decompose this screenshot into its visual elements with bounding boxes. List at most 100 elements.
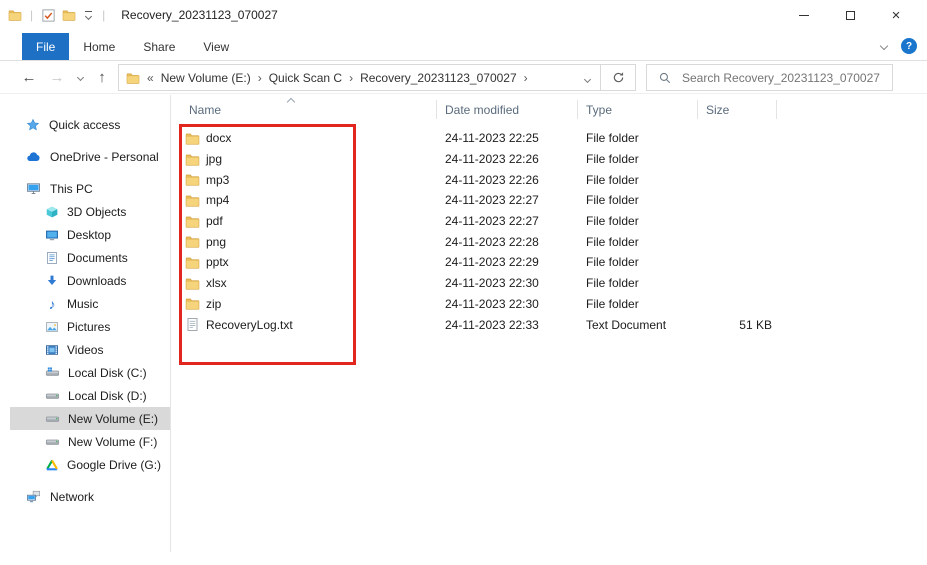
file-row-zip[interactable]: zip 24-11-2023 22:30 File folder xyxy=(171,294,927,315)
cloud-icon xyxy=(26,150,41,164)
navigation-pane: Quick access OneDrive - Personal This PC… xyxy=(0,95,171,552)
sidebar-item-onedrive[interactable]: OneDrive - Personal xyxy=(0,145,170,168)
music-note-icon: ♪ xyxy=(48,295,56,312)
breadcrumb-item-drive[interactable]: New Volume (E:) xyxy=(161,71,251,85)
breadcrumb-separator-icon: › xyxy=(349,70,354,85)
breadcrumb-item-quick-scan[interactable]: Quick Scan C xyxy=(269,71,342,85)
refresh-button[interactable] xyxy=(601,70,635,85)
expand-ribbon-chevron-icon[interactable] xyxy=(879,41,889,51)
file-name: xlsx xyxy=(206,276,227,291)
maximize-button[interactable] xyxy=(827,0,873,30)
minimize-button[interactable] xyxy=(781,0,827,30)
app-folder-icon xyxy=(8,8,22,22)
forward-button[interactable]: → xyxy=(47,61,67,94)
breadcrumb-separator-icon: › xyxy=(257,70,262,85)
recent-locations-chevron-icon[interactable] xyxy=(72,61,88,94)
ribbon-tabs: File Home Share View xyxy=(22,33,243,60)
maximize-icon xyxy=(845,10,855,20)
breadcrumb-item-recovery[interactable]: Recovery_20231123_070027 xyxy=(360,71,517,85)
qat-separator: | xyxy=(30,8,34,22)
column-header-type[interactable]: Type xyxy=(578,95,698,124)
breadcrumb-overflow-chevron[interactable]: « xyxy=(145,71,156,85)
sidebar-item-label: Local Disk (D:) xyxy=(68,388,147,403)
sidebar-item-music[interactable]: ♪ Music xyxy=(0,292,170,315)
search-box[interactable] xyxy=(646,64,893,91)
tab-view[interactable]: View xyxy=(189,33,243,60)
file-name: pptx xyxy=(206,255,229,270)
column-header-date-modified[interactable]: Date modified xyxy=(437,95,578,124)
file-row-mp4[interactable]: mp4 24-11-2023 22:27 File folder xyxy=(171,190,927,211)
tab-share[interactable]: Share xyxy=(129,33,189,60)
search-icon xyxy=(658,71,672,85)
sidebar-item-pictures[interactable]: Pictures xyxy=(0,315,170,338)
file-explorer-window: | | Recovery_20231123_070027 × File Home… xyxy=(0,0,927,565)
column-header-size[interactable]: Size xyxy=(698,95,777,124)
search-input[interactable] xyxy=(682,70,892,85)
sidebar-item-google-drive[interactable]: Google Drive (G:) xyxy=(0,453,170,476)
back-button[interactable]: ← xyxy=(19,61,39,94)
folder-icon xyxy=(185,255,200,270)
file-row-xlsx[interactable]: xlsx 24-11-2023 22:30 File folder xyxy=(171,273,927,294)
file-row-pdf[interactable]: pdf 24-11-2023 22:27 File folder xyxy=(171,211,927,232)
sidebar-item-local-disk-c[interactable]: Local Disk (C:) xyxy=(0,361,170,384)
navigation-toolbar: ← → ↑ « New Volume (E:) › Quick Scan C ›… xyxy=(0,61,927,94)
sidebar-item-documents[interactable]: Documents xyxy=(0,246,170,269)
file-date: 24-11-2023 22:25 xyxy=(445,131,539,146)
file-name: pdf xyxy=(206,214,223,229)
customize-qat-dropdown-icon[interactable] xyxy=(82,11,94,21)
file-date: 24-11-2023 22:30 xyxy=(445,296,539,311)
folder-icon xyxy=(185,152,200,167)
sidebar-item-videos[interactable]: Videos xyxy=(0,338,170,361)
help-icon[interactable]: ? xyxy=(901,38,917,54)
file-date: 24-11-2023 22:27 xyxy=(445,214,539,229)
sidebar-item-3d-objects[interactable]: 3D Objects xyxy=(0,200,170,223)
file-row-recoverylog[interactable]: RecoveryLog.txt 24-11-2023 22:33 Text Do… xyxy=(171,314,927,335)
file-date: 24-11-2023 22:26 xyxy=(445,172,539,187)
close-button[interactable]: × xyxy=(873,0,919,30)
file-date: 24-11-2023 22:33 xyxy=(445,317,539,332)
sidebar-item-network[interactable]: Network xyxy=(0,485,170,508)
file-row-pptx[interactable]: pptx 24-11-2023 22:29 File folder xyxy=(171,252,927,273)
file-row-mp3[interactable]: mp3 24-11-2023 22:26 File folder xyxy=(171,169,927,190)
sidebar-item-label: Downloads xyxy=(67,273,127,288)
sidebar-item-desktop[interactable]: Desktop xyxy=(0,223,170,246)
sidebar-item-quick-access[interactable]: Quick access xyxy=(0,113,170,136)
folder-icon xyxy=(185,234,200,249)
sidebar-item-downloads[interactable]: Downloads xyxy=(0,269,170,292)
sidebar-item-new-volume-e[interactable]: New Volume (E:) xyxy=(0,407,170,430)
tab-home[interactable]: Home xyxy=(69,33,129,60)
refresh-icon xyxy=(611,70,626,85)
file-type: File folder xyxy=(586,276,639,291)
sidebar-item-new-volume-f[interactable]: New Volume (F:) xyxy=(0,430,170,453)
column-header-name[interactable]: Name xyxy=(185,95,437,124)
sidebar-item-label: OneDrive - Personal xyxy=(50,149,159,164)
sidebar-item-this-pc[interactable]: This PC xyxy=(0,177,170,200)
address-dropdown-chevron-icon[interactable] xyxy=(575,71,600,85)
ribbon-tab-row: File Home Share View ? xyxy=(0,30,927,61)
close-icon: × xyxy=(891,6,901,24)
tab-file[interactable]: File xyxy=(22,33,70,60)
file-type: File folder xyxy=(586,172,639,187)
properties-check-icon[interactable] xyxy=(41,8,56,23)
sidebar-item-label: Local Disk (C:) xyxy=(68,365,147,380)
picture-icon xyxy=(45,320,59,334)
folder-icon xyxy=(185,193,200,208)
file-row-png[interactable]: png 24-11-2023 22:28 File folder xyxy=(171,231,927,252)
sidebar-item-label: This PC xyxy=(50,181,93,196)
sidebar-item-local-disk-d[interactable]: Local Disk (D:) xyxy=(0,384,170,407)
file-name: mp4 xyxy=(206,193,230,208)
file-date: 24-11-2023 22:26 xyxy=(445,152,539,167)
quick-access-toolbar: | | Recovery_20231123_070027 xyxy=(0,8,278,23)
title-separator: | xyxy=(102,8,106,22)
film-icon xyxy=(45,343,59,357)
file-list: Name Date modified Type Size docx 24-11-… xyxy=(171,95,927,565)
file-row-jpg[interactable]: jpg 24-11-2023 22:26 File folder xyxy=(171,149,927,170)
address-bar[interactable]: « New Volume (E:) › Quick Scan C › Recov… xyxy=(118,64,636,91)
up-button[interactable]: ↑ xyxy=(92,61,112,94)
computer-icon xyxy=(26,181,41,196)
document-icon xyxy=(45,251,59,265)
new-folder-icon[interactable] xyxy=(62,8,76,22)
file-type: File folder xyxy=(586,296,639,311)
file-row-docx[interactable]: docx 24-11-2023 22:25 File folder xyxy=(171,128,927,149)
folder-icon xyxy=(185,172,200,187)
